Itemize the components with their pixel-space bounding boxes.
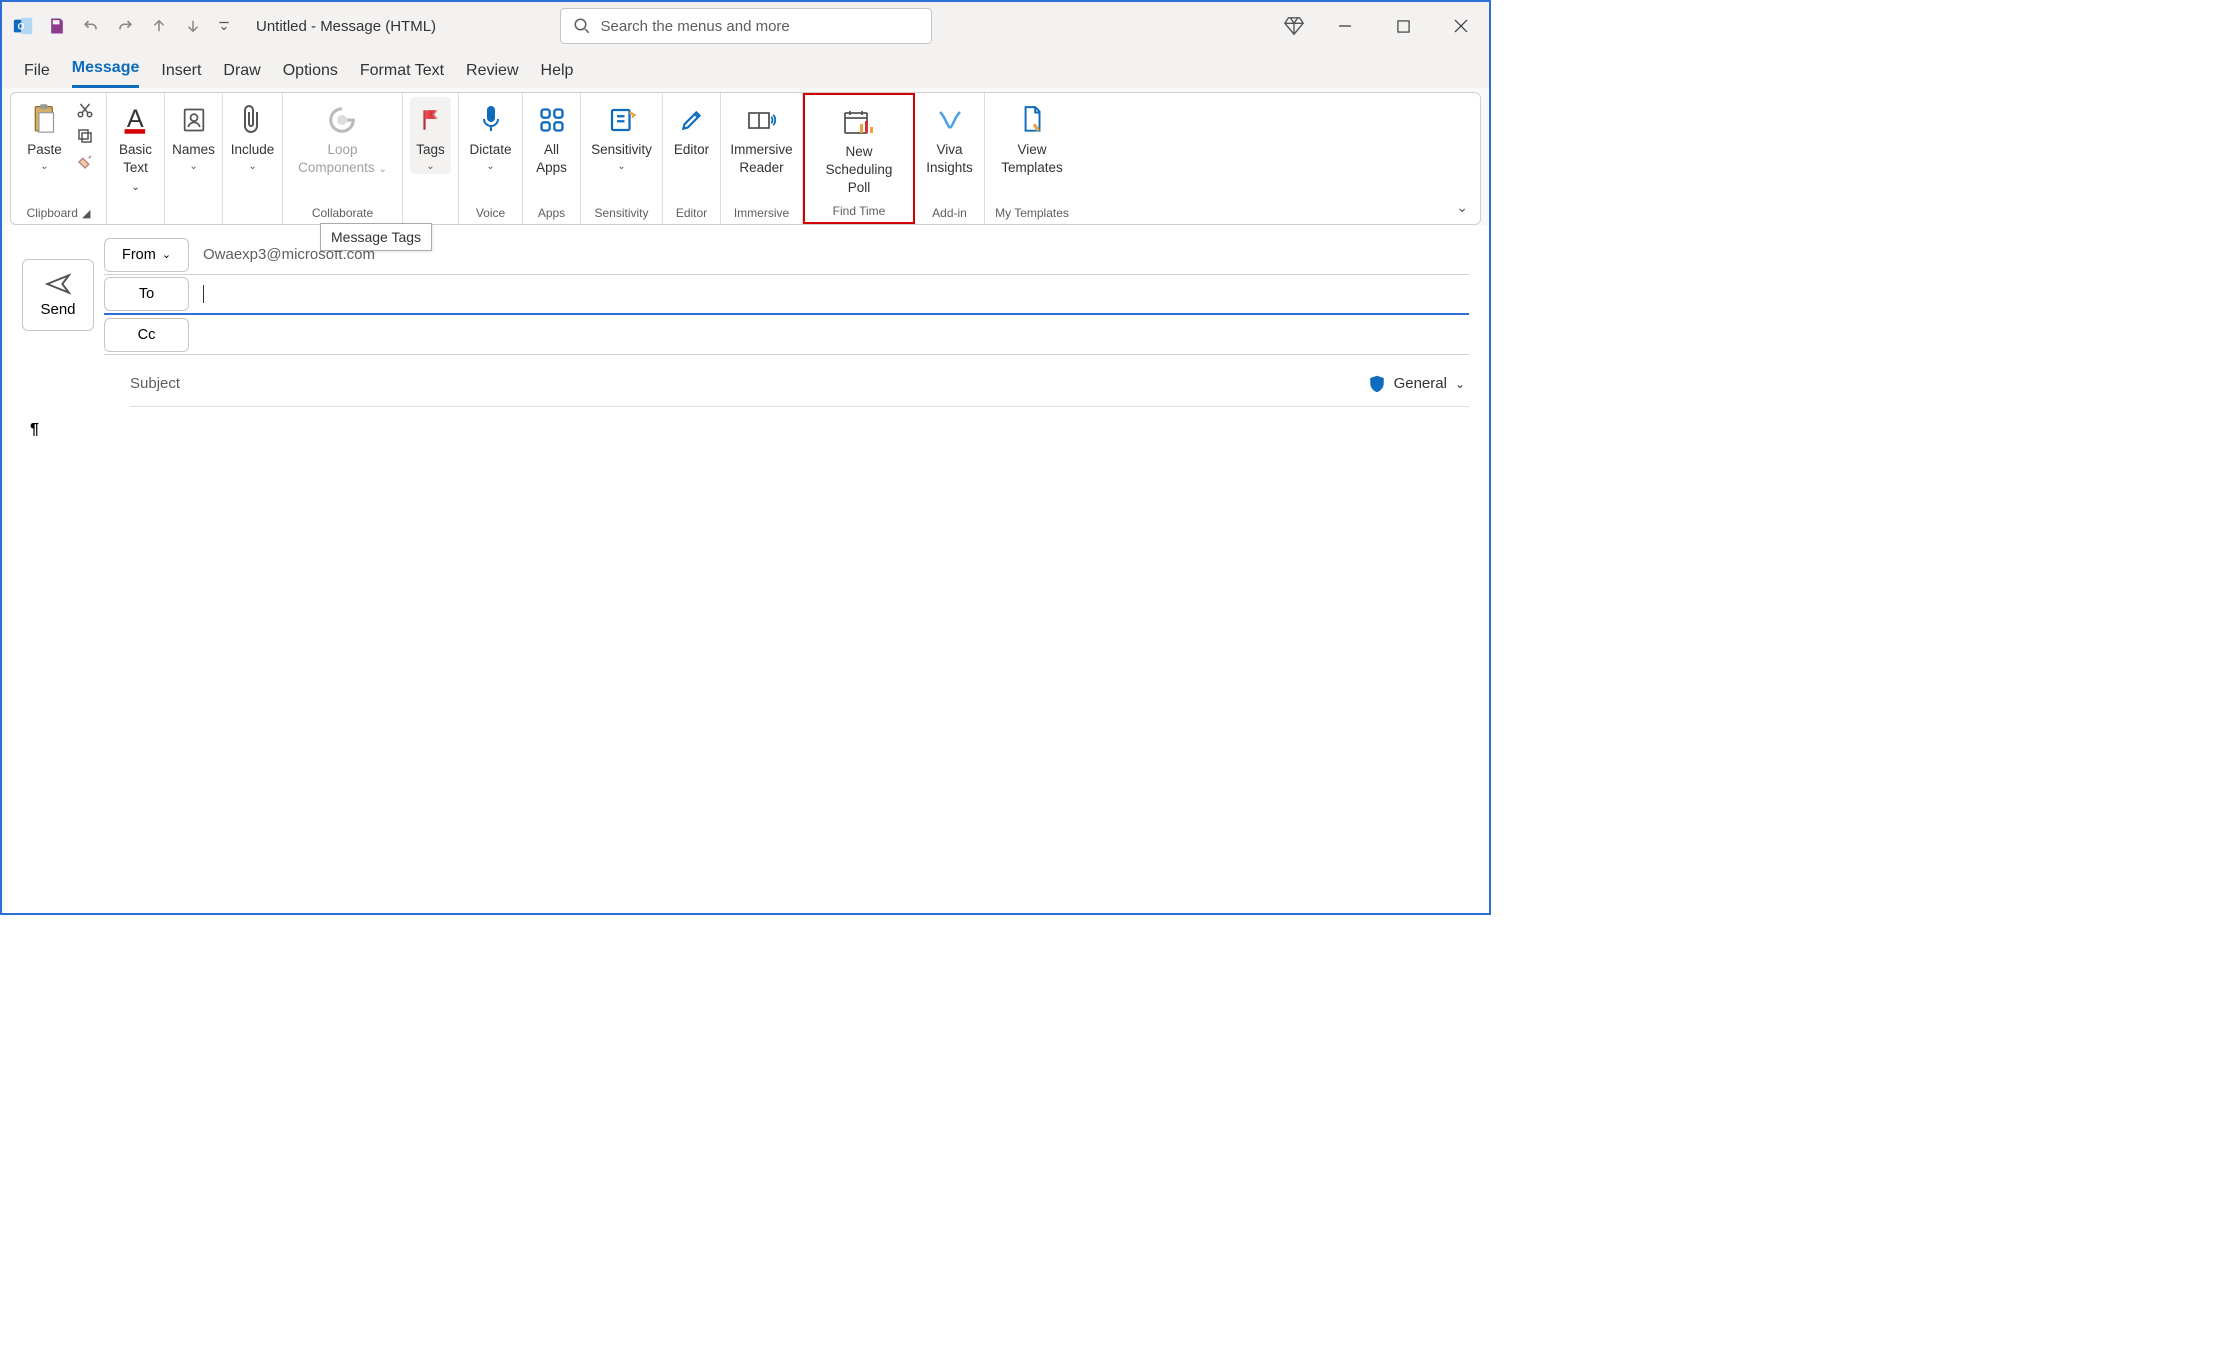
shield-icon xyxy=(1368,374,1386,394)
tags-tooltip: Message Tags xyxy=(320,223,432,251)
editor-button[interactable]: Editor xyxy=(668,97,715,161)
group-addin: VivaInsights Add-in xyxy=(915,93,985,224)
tab-help[interactable]: Help xyxy=(541,62,574,88)
to-input[interactable] xyxy=(203,285,204,303)
template-icon xyxy=(1019,101,1045,139)
maximize-button[interactable] xyxy=(1383,6,1423,46)
undo-icon[interactable] xyxy=(78,13,104,39)
all-apps-button[interactable]: AllApps xyxy=(530,97,573,179)
tab-insert[interactable]: Insert xyxy=(161,62,201,88)
ribbon-wrap: Paste ⌄ Clipboard◢ A BasicText ⌄ xyxy=(2,88,1489,225)
loop-icon xyxy=(327,101,357,139)
calendar-poll-icon xyxy=(842,103,876,141)
tab-file[interactable]: File xyxy=(24,62,50,88)
outlook-icon: O xyxy=(10,13,36,39)
flag-icon xyxy=(418,101,444,139)
group-sensitivity: Sensitivity ⌄ Sensitivity xyxy=(581,93,663,224)
svg-text:O: O xyxy=(18,22,25,32)
viva-insights-button[interactable]: VivaInsights xyxy=(920,97,979,179)
group-apps: AllApps Apps xyxy=(523,93,581,224)
dialog-launcher-icon[interactable]: ◢ xyxy=(82,207,90,220)
group-names: Names ⌄ xyxy=(165,93,223,224)
pen-icon xyxy=(679,101,705,139)
sensitivity-icon xyxy=(607,101,637,139)
group-templates: ViewTemplates My Templates xyxy=(985,93,1079,224)
tab-message[interactable]: Message xyxy=(72,59,140,88)
sensitivity-button[interactable]: Sensitivity ⌄ xyxy=(585,97,658,174)
group-editor: Editor Editor xyxy=(663,93,721,224)
sensitivity-picker[interactable]: General ⌄ xyxy=(1368,374,1465,394)
apps-grid-icon xyxy=(538,101,566,139)
subject-label: Subject xyxy=(130,375,180,392)
group-tags: Tags ⌄ xyxy=(403,93,459,224)
close-button[interactable] xyxy=(1441,6,1481,46)
include-button[interactable]: Include ⌄ xyxy=(225,97,281,174)
qat-customize-icon[interactable] xyxy=(214,13,234,39)
group-find-time: NewScheduling Poll Find Time xyxy=(803,93,915,224)
title-bar-right xyxy=(1281,6,1481,46)
chevron-down-icon: ⌄ xyxy=(162,248,171,261)
down-arrow-icon[interactable] xyxy=(180,13,206,39)
paperclip-icon xyxy=(241,101,265,139)
text-color-icon: A xyxy=(122,101,150,139)
scheduling-poll-button[interactable]: NewScheduling Poll xyxy=(811,99,907,199)
group-immersive: ImmersiveReader Immersive xyxy=(721,93,803,224)
from-button[interactable]: From ⌄ xyxy=(104,238,189,272)
copy-icon[interactable] xyxy=(74,125,96,147)
up-arrow-icon[interactable] xyxy=(146,13,172,39)
tab-options[interactable]: Options xyxy=(283,62,338,88)
ribbon-tabs: File Message Insert Draw Options Format … xyxy=(2,50,1489,88)
send-icon xyxy=(45,273,71,295)
tab-review[interactable]: Review xyxy=(466,62,518,88)
basic-text-button[interactable]: A BasicText ⌄ xyxy=(113,97,158,199)
chevron-down-icon: ⌄ xyxy=(1455,377,1465,391)
title-bar: O Untitled - Message (HTML) Search the m… xyxy=(2,2,1489,50)
ribbon: Paste ⌄ Clipboard◢ A BasicText ⌄ xyxy=(10,92,1481,225)
search-box[interactable]: Search the menus and more xyxy=(560,8,932,44)
group-collaborate: LoopComponents ⌄ Collaborate xyxy=(283,93,403,224)
search-icon xyxy=(573,17,591,35)
paste-button[interactable]: Paste ⌄ xyxy=(21,97,68,174)
cc-button[interactable]: Cc xyxy=(104,318,189,352)
loop-components-button[interactable]: LoopComponents ⌄ xyxy=(292,97,393,181)
view-templates-button[interactable]: ViewTemplates xyxy=(995,97,1069,179)
address-book-icon xyxy=(180,101,208,139)
compose-area: Send From ⌄ Owaexp3@microsoft.com To Cc … xyxy=(2,225,1489,453)
qat: O Untitled - Message (HTML) xyxy=(10,13,436,39)
chevron-down-icon: ⌄ xyxy=(40,161,48,172)
book-audio-icon xyxy=(746,101,778,139)
diamond-icon[interactable] xyxy=(1281,13,1307,39)
save-icon[interactable] xyxy=(44,13,70,39)
dictate-button[interactable]: Dictate ⌄ xyxy=(463,97,517,174)
group-include: Include ⌄ xyxy=(223,93,283,224)
immersive-reader-button[interactable]: ImmersiveReader xyxy=(724,97,798,179)
window-title: Untitled - Message (HTML) xyxy=(256,18,436,35)
group-voice: Dictate ⌄ Voice xyxy=(459,93,523,224)
search-placeholder: Search the menus and more xyxy=(601,18,790,35)
redo-icon[interactable] xyxy=(112,13,138,39)
tab-format-text[interactable]: Format Text xyxy=(360,62,444,88)
cut-icon[interactable] xyxy=(74,99,96,121)
tags-button[interactable]: Tags ⌄ xyxy=(410,97,451,174)
to-button[interactable]: To xyxy=(104,277,189,311)
minimize-button[interactable] xyxy=(1325,6,1365,46)
send-button[interactable]: Send xyxy=(22,259,94,331)
format-painter-icon[interactable] xyxy=(74,151,96,173)
group-basic-text: A BasicText ⌄ xyxy=(107,93,165,224)
tab-draw[interactable]: Draw xyxy=(223,62,260,88)
microphone-icon xyxy=(479,101,503,139)
viva-icon xyxy=(934,101,966,139)
names-button[interactable]: Names ⌄ xyxy=(166,97,221,174)
group-clipboard: Paste ⌄ Clipboard◢ xyxy=(11,93,107,224)
ribbon-collapse-icon[interactable]: ⌄ xyxy=(1456,199,1468,216)
svg-text:A: A xyxy=(126,105,143,133)
clipboard-icon xyxy=(30,101,60,139)
message-body[interactable]: ¶ xyxy=(22,407,1469,453)
